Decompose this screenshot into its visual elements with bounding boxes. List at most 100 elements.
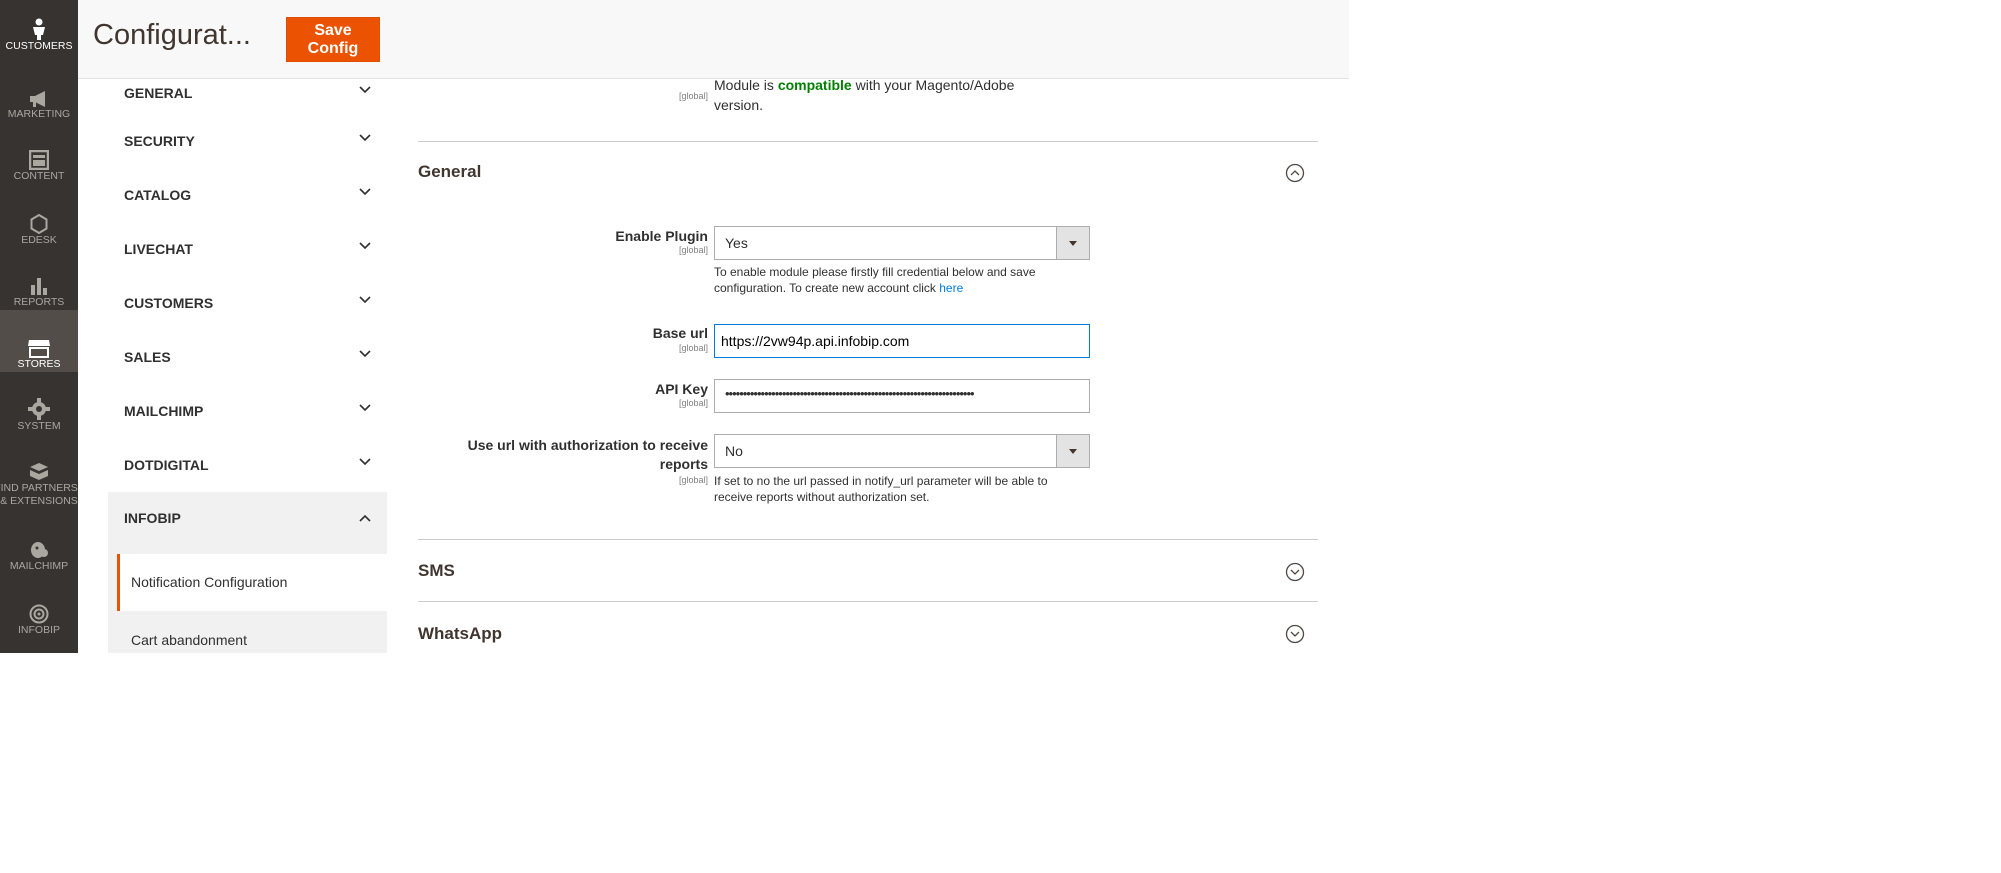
auth-url-select[interactable]: No <box>714 434 1090 468</box>
gear-icon <box>28 398 50 420</box>
tab-mailchimp[interactable]: MAILCHIMP <box>108 384 387 439</box>
mailchimp-icon <box>31 542 48 558</box>
layout-icon <box>29 150 49 170</box>
dropdown-button[interactable] <box>1056 435 1089 467</box>
scope-label: [global] <box>678 475 708 485</box>
enable-plugin-note: To enable module please firstly fill cre… <box>714 264 1094 296</box>
infobip-item-notification-configuration[interactable]: Notification Configuration <box>117 554 387 611</box>
expand-icon[interactable] <box>1285 624 1305 644</box>
api-key-value: ••••••••••••••••••••••••••••••••••••••••… <box>725 386 975 401</box>
menu-item-content[interactable]: CONTENT <box>0 124 78 186</box>
menu-item-customers[interactable]: CUSTOMERS <box>0 0 78 62</box>
menu-item-reports[interactable]: REPORTS <box>0 248 78 310</box>
api-key-input[interactable]: ••••••••••••••••••••••••••••••••••••••••… <box>714 379 1090 413</box>
enable-plugin-select[interactable]: Yes <box>714 226 1090 260</box>
store-icon <box>28 340 50 358</box>
note-line: configuration. To create new account cli… <box>714 281 940 295</box>
tab-label: CUSTOMERS <box>124 295 214 311</box>
menu-label: FIND PARTNERS <box>0 482 78 494</box>
compat-suffix: with your Magento/Adobe <box>851 77 1015 93</box>
tab-label: SALES <box>124 349 171 365</box>
section-general-header[interactable]: General <box>418 141 1318 201</box>
chevron-up-icon <box>359 514 371 522</box>
section-title: WhatsApp <box>418 624 503 643</box>
menu-label: MARKETING <box>7 108 71 120</box>
tab-livechat[interactable]: LIVECHAT <box>108 222 387 277</box>
enable-plugin-label: Enable Plugin <box>615 228 708 244</box>
menu-label: REPORTS <box>13 296 65 308</box>
base-url-input[interactable] <box>714 324 1090 358</box>
menu-label: INFOBIP <box>17 624 60 636</box>
menu-item-marketing[interactable]: MARKETING <box>0 62 78 124</box>
compat-status: compatible <box>777 77 852 93</box>
compat-line2: version. <box>714 97 764 113</box>
admin-app: CUSTOMERS MARKETING CONTENT EDESK REPORT… <box>0 0 1349 653</box>
tab-sales[interactable]: SALES <box>108 330 387 385</box>
label-line: reports <box>659 456 708 472</box>
tab-label: INFOBIP <box>124 510 181 526</box>
tab-label: LIVECHAT <box>124 241 193 257</box>
tab-label: DOTDIGITAL <box>124 457 209 473</box>
menu-label-2: & EXTENSIONS <box>0 495 78 507</box>
note-line: receive reports without authorization se… <box>714 490 930 504</box>
menu-item-infobip[interactable]: INFOBIP <box>0 590 78 652</box>
base-url-label: Base url <box>652 325 708 341</box>
select-value: Yes <box>725 235 748 251</box>
section-whatsapp-header[interactable]: WhatsApp <box>418 601 1318 653</box>
tab-catalog[interactable]: CATALOG <box>108 168 387 223</box>
section-title: SMS <box>418 561 455 580</box>
chevron-down-icon <box>359 458 371 466</box>
tab-label: SECURITY <box>124 133 195 149</box>
chevron-down-icon <box>359 350 371 358</box>
menu-item-find-partners[interactable]: FIND PARTNERS & EXTENSIONS <box>0 434 78 514</box>
sub-item-label: Cart abandonment <box>131 632 247 648</box>
tab-dotdigital[interactable]: DOTDIGITAL <box>108 438 387 493</box>
page-title: Configurat... <box>93 19 251 51</box>
chevron-down-icon <box>359 404 371 412</box>
label-line: Use url with authorization to receive <box>467 437 708 453</box>
page-header: Configurat... Save Config <box>78 0 1349 79</box>
auth-url-note: If set to no the url passed in notify_ur… <box>714 473 1104 505</box>
expand-icon[interactable] <box>1285 562 1305 582</box>
create-account-link[interactable]: here <box>939 281 963 295</box>
config-content: [global] Module is compatible with your … <box>418 77 1318 653</box>
chevron-down-icon <box>359 296 371 304</box>
section-title: General <box>418 162 482 181</box>
save-config-button[interactable]: Save Config <box>286 17 380 62</box>
sub-item-label: Notification Configuration <box>131 574 288 590</box>
infobip-item-cart-abandonment[interactable]: Cart abandonment <box>120 612 387 653</box>
compat-prefix: Module is <box>714 77 778 93</box>
menu-label: SYSTEM <box>17 420 61 432</box>
menu-item-system[interactable]: SYSTEM <box>0 372 78 434</box>
scope-label: [global] <box>678 91 708 101</box>
scope-label: [global] <box>678 245 708 255</box>
tab-customers[interactable]: CUSTOMERS <box>108 276 387 331</box>
scope-label: [global] <box>678 398 708 408</box>
select-value: No <box>725 443 743 459</box>
note-line: To enable module please firstly fill cre… <box>714 265 1036 279</box>
collapse-icon[interactable] <box>1285 163 1305 183</box>
caret-down-icon <box>1069 449 1077 454</box>
menu-item-edesk[interactable]: EDESK <box>0 186 78 248</box>
menu-label: MAILCHIMP <box>9 560 69 572</box>
hexagon-icon <box>30 214 48 234</box>
tab-label: CATALOG <box>124 187 192 203</box>
scope-label: [global] <box>678 343 708 353</box>
tab-infobip[interactable]: INFOBIP Notification Configuration Cart … <box>108 492 387 653</box>
menu-label: CUSTOMERS <box>5 40 73 52</box>
dropdown-button[interactable] <box>1056 227 1089 259</box>
customer-icon <box>33 18 45 40</box>
config-tabs: GENERAL SECURITY CATALOG LIVECHAT CUSTOM… <box>108 79 387 653</box>
auth-url-label: Use url with authorization to receive re… <box>468 436 708 474</box>
bar-chart-icon <box>31 278 47 295</box>
tab-security[interactable]: SECURITY <box>108 114 387 169</box>
menu-item-stores[interactable]: STORES <box>0 310 78 372</box>
blocks-icon <box>30 463 48 480</box>
note-line: If set to no the url passed in notify_ur… <box>714 474 1048 488</box>
chevron-down-icon <box>359 188 371 196</box>
menu-item-mailchimp[interactable]: MAILCHIMP <box>0 514 78 576</box>
chevron-down-icon <box>359 242 371 250</box>
section-sms-header[interactable]: SMS <box>418 539 1318 601</box>
admin-menu: CUSTOMERS MARKETING CONTENT EDESK REPORT… <box>0 0 78 653</box>
target-icon <box>29 604 49 624</box>
